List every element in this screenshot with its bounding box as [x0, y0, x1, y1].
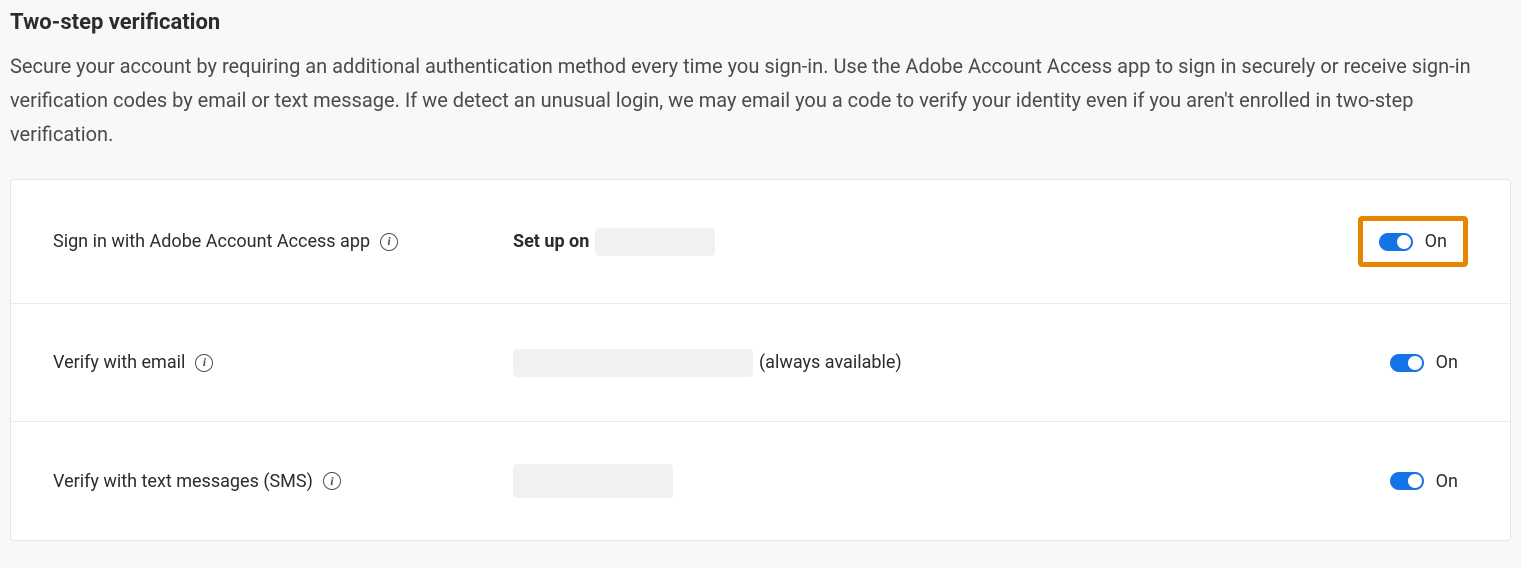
section-description: Secure your account by requiring an addi…: [10, 49, 1510, 151]
sms-toggle[interactable]: [1390, 472, 1424, 490]
email-detail: (always available): [513, 349, 1380, 377]
row-label-group: Verify with email: [53, 352, 513, 373]
setup-on-text: Set up on: [513, 231, 589, 252]
info-icon[interactable]: [195, 354, 213, 372]
email-label: Verify with email: [53, 352, 185, 373]
email-toggle-label: On: [1436, 352, 1458, 373]
email-always-available: (always available): [759, 352, 902, 373]
email-toggle-group: On: [1380, 346, 1468, 379]
sms-label: Verify with text messages (SMS): [53, 471, 313, 492]
adobe-app-toggle[interactable]: [1379, 233, 1413, 251]
row-verify-email: Verify with email (always available) On: [11, 304, 1510, 422]
adobe-app-label: Sign in with Adobe Account Access app: [53, 231, 370, 252]
redacted-email: [513, 349, 753, 377]
row-label-group: Verify with text messages (SMS): [53, 471, 513, 492]
adobe-app-toggle-label: On: [1425, 231, 1447, 252]
row-verify-sms: Verify with text messages (SMS) On: [11, 422, 1510, 540]
adobe-app-toggle-highlight: On: [1358, 216, 1468, 267]
adobe-app-detail: Set up on: [513, 228, 1358, 256]
email-toggle[interactable]: [1390, 354, 1424, 372]
sms-detail: [513, 464, 1380, 498]
two-step-methods-card: Sign in with Adobe Account Access app Se…: [10, 179, 1511, 541]
row-label-group: Sign in with Adobe Account Access app: [53, 231, 513, 252]
redacted-phone: [513, 464, 673, 498]
redacted-device-name: [595, 228, 715, 256]
sms-toggle-label: On: [1436, 471, 1458, 492]
sms-toggle-group: On: [1380, 465, 1468, 498]
info-icon[interactable]: [323, 472, 341, 490]
info-icon[interactable]: [380, 233, 398, 251]
row-adobe-account-access: Sign in with Adobe Account Access app Se…: [11, 180, 1510, 304]
section-title: Two-step verification: [10, 10, 1511, 35]
